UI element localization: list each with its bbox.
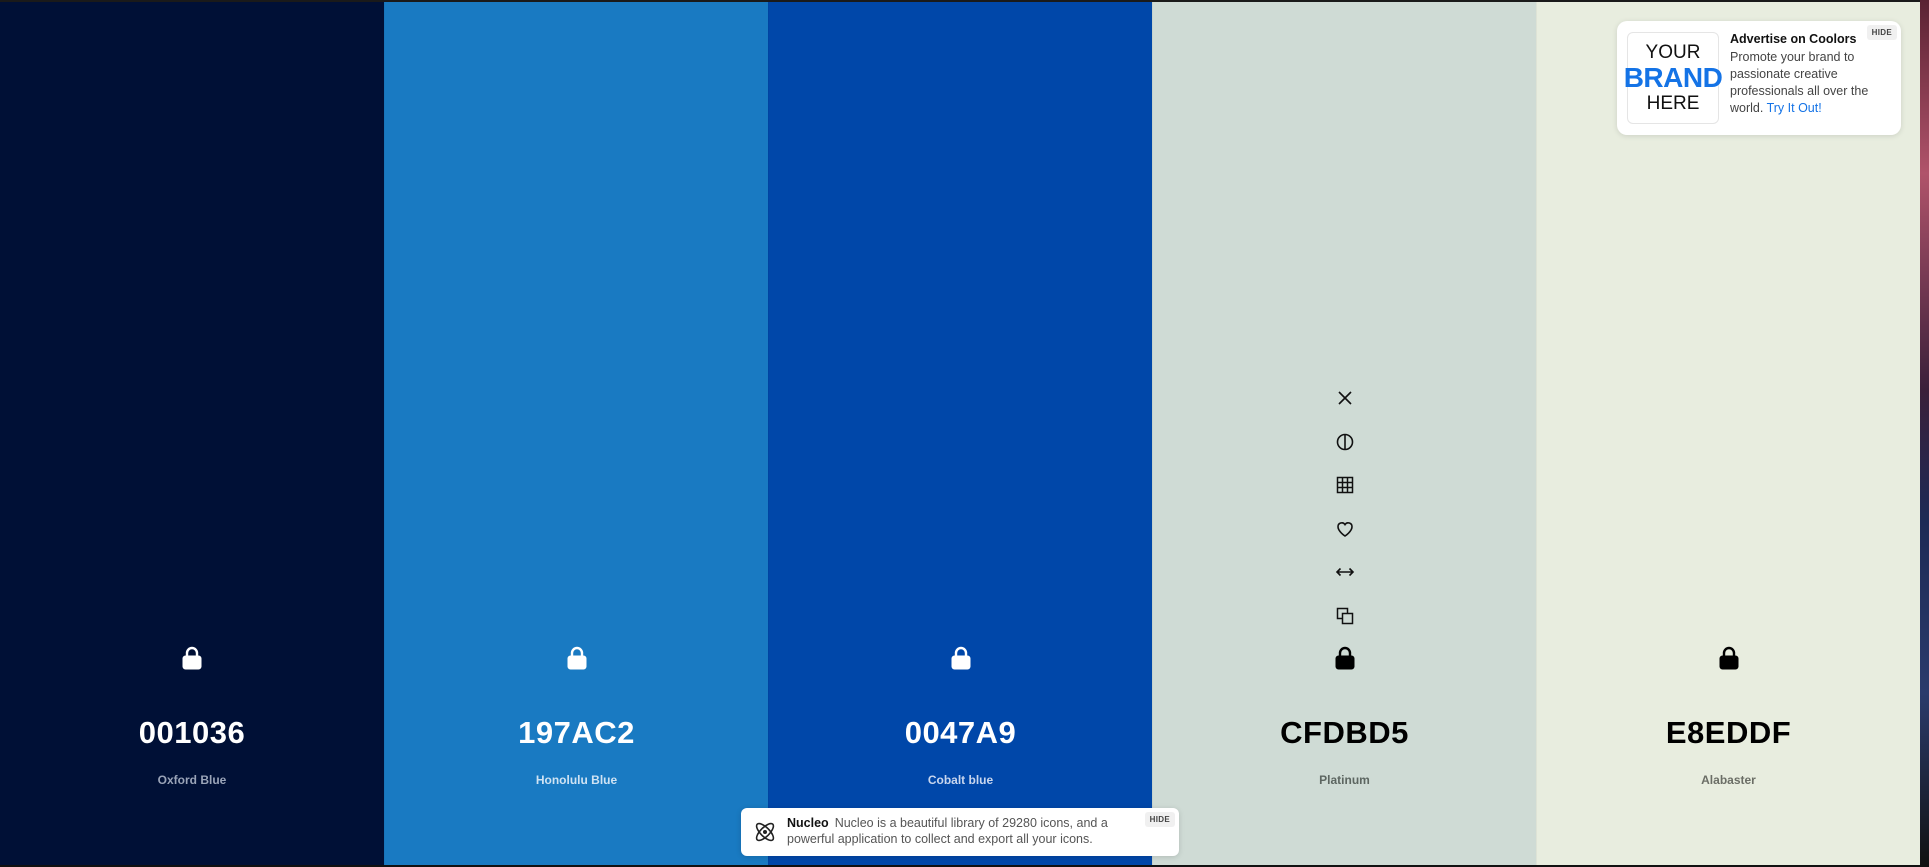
heart-icon[interactable] xyxy=(1333,517,1357,541)
ad-title[interactable]: Advertise on Coolors xyxy=(1730,32,1856,46)
window-edge xyxy=(1920,0,1929,867)
color-name[interactable]: Cobalt blue xyxy=(769,773,1152,787)
ad-logo-line2: BRAND xyxy=(1623,62,1723,93)
app-stage: 001036 Oxford Blue 197AC2 Honolulu Blue … xyxy=(0,0,1929,867)
nucleo-logo-icon xyxy=(755,822,775,842)
ad-logo[interactable]: YOUR BRAND HERE xyxy=(1624,32,1723,124)
swatch[interactable]: CFDBD5 Platinum xyxy=(1152,2,1536,865)
lock-icon[interactable] xyxy=(950,646,972,670)
color-name[interactable]: Honolulu Blue xyxy=(385,773,768,787)
color-name[interactable]: Oxford Blue xyxy=(0,773,384,787)
nucleo-description: Nucleo Nucleo is a beautiful library of 2… xyxy=(787,815,1127,847)
ad-description: Promote your brand to passionate creativ… xyxy=(1730,49,1890,117)
color-hex[interactable]: CFDBD5 xyxy=(1153,715,1536,751)
color-hex[interactable]: 197AC2 xyxy=(385,715,768,751)
ad-logo-line3: HERE xyxy=(1646,93,1700,114)
contrast-icon[interactable] xyxy=(1333,430,1357,454)
lock-icon[interactable] xyxy=(566,646,588,670)
arrows-horizontal-icon[interactable] xyxy=(1333,560,1357,584)
ad-logo-line1: YOUR xyxy=(1645,42,1701,63)
color-hex[interactable]: E8EDDF xyxy=(1537,715,1920,751)
lock-icon[interactable] xyxy=(1334,646,1356,670)
swatch[interactable]: 001036 Oxford Blue xyxy=(0,2,384,865)
lock-icon[interactable] xyxy=(181,646,203,670)
ad-card[interactable]: YOUR BRAND HERE Advertise on Coolors Pro… xyxy=(1617,21,1901,135)
lock-icon[interactable] xyxy=(1718,646,1740,670)
grid-icon[interactable] xyxy=(1333,473,1357,497)
ad-link[interactable]: Try It Out! xyxy=(1767,101,1822,115)
color-hex[interactable]: 001036 xyxy=(0,715,384,751)
swatch[interactable]: 197AC2 Honolulu Blue xyxy=(384,2,768,865)
copy-icon[interactable] xyxy=(1333,604,1357,628)
ad-hide-button[interactable]: HIDE xyxy=(1866,25,1897,40)
nucleo-banner[interactable]: Nucleo Nucleo is a beautiful library of 2… xyxy=(741,808,1179,856)
color-name[interactable]: Alabaster xyxy=(1537,773,1920,787)
color-hex[interactable]: 0047A9 xyxy=(769,715,1152,751)
nucleo-hide-button[interactable]: HIDE xyxy=(1144,812,1175,827)
close-icon[interactable] xyxy=(1333,386,1357,410)
swatch[interactable]: 0047A9 Cobalt blue xyxy=(768,2,1152,865)
color-name[interactable]: Platinum xyxy=(1153,773,1536,787)
nucleo-title[interactable]: Nucleo xyxy=(787,816,829,830)
swatch-toolbar xyxy=(1333,386,1357,647)
nucleo-text: Nucleo is a beautiful library of 29280 i… xyxy=(787,816,1108,846)
